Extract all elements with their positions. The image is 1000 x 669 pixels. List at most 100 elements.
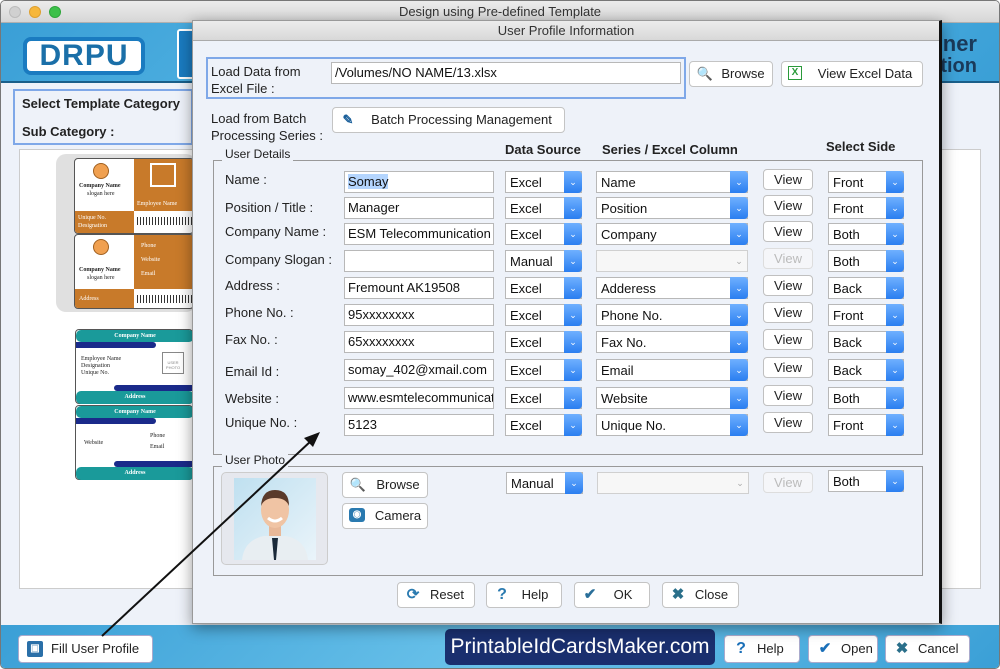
chevron-down-icon: ⌄: [886, 250, 904, 272]
photo-side-select[interactable]: Both ⌄: [828, 470, 904, 492]
field-label: Phone No. :: [225, 305, 294, 320]
series-column-header: Series / Excel Column: [602, 142, 738, 157]
field-value-input[interactable]: [344, 250, 494, 272]
field-value-input[interactable]: Manager: [344, 197, 494, 219]
help-button[interactable]: ? Help: [724, 635, 800, 663]
chevron-down-icon: ⌄: [886, 223, 904, 245]
select-side-select[interactable]: Back ⌄: [828, 277, 904, 299]
view-column-button[interactable]: View: [763, 275, 813, 296]
field-value-input[interactable]: www.esmtelecommunicat: [344, 387, 494, 409]
data-source-select[interactable]: Excel ⌄: [505, 223, 582, 245]
folder-search-icon: 🔍: [696, 66, 714, 81]
data-source-value: Excel: [510, 308, 542, 323]
field-value-input[interactable]: 5123: [344, 414, 494, 436]
select-side-select[interactable]: Back ⌄: [828, 331, 904, 353]
data-source-select[interactable]: Excel ⌄: [505, 414, 582, 436]
data-source-select[interactable]: Excel ⌄: [505, 387, 582, 409]
data-source-value: Excel: [510, 227, 542, 242]
select-side-select[interactable]: Back ⌄: [828, 359, 904, 381]
excel-column-select[interactable]: Phone No. ⌄: [596, 304, 748, 326]
template-1-front: Company Name slogan here Employee Name U…: [74, 158, 194, 234]
select-side-select[interactable]: Both ⌄: [828, 223, 904, 245]
edit-document-icon: ✎: [342, 112, 354, 127]
chevron-down-icon: ⌄: [886, 359, 904, 381]
view-column-button[interactable]: View: [763, 195, 813, 216]
chevron-down-icon: ⌄: [730, 277, 748, 299]
camera-button[interactable]: ◉ Camera: [342, 503, 428, 529]
field-value-input[interactable]: Fremount AK19508: [344, 277, 494, 299]
template-1-back: Company Name slogan here Phone Website E…: [74, 234, 194, 309]
fill-user-profile-button[interactable]: ▣ Fill User Profile: [18, 635, 153, 663]
excel-column-select[interactable]: Fax No. ⌄: [596, 331, 748, 353]
select-side-value: Front: [833, 175, 864, 190]
maximize-window-button[interactable]: [49, 6, 61, 18]
excel-column-value: Adderess: [601, 281, 656, 296]
data-source-select[interactable]: Excel ⌄: [505, 277, 582, 299]
close-window-button[interactable]: [9, 6, 21, 18]
cancel-button[interactable]: ✖ Cancel: [885, 635, 970, 663]
chevron-down-icon: ⌄: [886, 387, 904, 409]
select-side-select[interactable]: Front ⌄: [828, 304, 904, 326]
view-column-button[interactable]: View: [763, 412, 813, 433]
data-source-value: Excel: [510, 335, 542, 350]
excel-column-value: Email: [601, 363, 634, 378]
field-value-input[interactable]: ESM Telecommunication I: [344, 223, 494, 245]
excel-browse-button[interactable]: 🔍 Browse: [689, 61, 773, 87]
field-label: Company Slogan :: [225, 252, 332, 267]
card-unique: Unique No.: [78, 215, 106, 221]
excel-column-select[interactable]: Email ⌄: [596, 359, 748, 381]
card-address: Address: [79, 296, 99, 302]
data-source-select[interactable]: Excel ⌄: [505, 304, 582, 326]
select-side-select[interactable]: Front ⌄: [828, 171, 904, 193]
open-button[interactable]: ✔ Open: [808, 635, 878, 663]
template-thumbnail-1[interactable]: Company Name slogan here Employee Name U…: [56, 154, 196, 312]
field-value-input[interactable]: 65xxxxxxxx: [344, 331, 494, 353]
view-column-button[interactable]: View: [763, 169, 813, 190]
excel-column-value: Fax No.: [601, 335, 647, 350]
excel-column-select[interactable]: Position ⌄: [596, 197, 748, 219]
chevron-down-icon: ⌄: [564, 331, 582, 353]
field-value-input[interactable]: Somay: [344, 171, 494, 193]
data-source-select[interactable]: Excel ⌄: [505, 331, 582, 353]
excel-column-select[interactable]: Name ⌄: [596, 171, 748, 193]
photo-source-select[interactable]: Manual ⌄: [506, 472, 583, 494]
view-column-button[interactable]: View: [763, 329, 813, 350]
select-side-select[interactable]: Front ⌄: [828, 197, 904, 219]
check-icon: ✔: [818, 640, 832, 657]
data-source-select[interactable]: Excel ⌄: [505, 171, 582, 193]
template-thumbnail-2[interactable]: Company Name Employee Name Designation U…: [75, 329, 195, 481]
select-side-select[interactable]: Both ⌄: [828, 250, 904, 272]
close-button[interactable]: ✖ Close: [662, 582, 739, 608]
chevron-down-icon: ⌄: [564, 250, 582, 272]
minimize-window-button[interactable]: [29, 6, 41, 18]
reset-button[interactable]: ⟳ Reset: [397, 582, 475, 608]
photo-browse-button[interactable]: 🔍 Browse: [342, 472, 428, 498]
ok-button[interactable]: ✔ OK: [574, 582, 650, 608]
ok-label: OK: [613, 587, 633, 602]
view-column-button[interactable]: View: [763, 221, 813, 242]
view-excel-data-button[interactable]: X View Excel Data: [781, 61, 923, 87]
data-source-select[interactable]: Manual ⌄: [505, 250, 582, 272]
excel-column-select[interactable]: Website ⌄: [596, 387, 748, 409]
field-value-input[interactable]: somay_402@xmail.com: [344, 359, 494, 381]
excel-column-select[interactable]: Adderess ⌄: [596, 277, 748, 299]
data-source-select[interactable]: Excel ⌄: [505, 197, 582, 219]
chevron-down-icon: ⌄: [564, 359, 582, 381]
select-side-select[interactable]: Both ⌄: [828, 387, 904, 409]
data-source-select[interactable]: Excel ⌄: [505, 359, 582, 381]
excel-column-select[interactable]: Company ⌄: [596, 223, 748, 245]
open-label: Open: [841, 641, 873, 656]
view-column-button[interactable]: View: [763, 357, 813, 378]
view-column-button[interactable]: View: [763, 385, 813, 406]
view-column-button[interactable]: View: [763, 302, 813, 323]
banner-title-line1: ner: [942, 31, 977, 56]
excel-path-input[interactable]: /Volumes/NO NAME/13.xlsx: [331, 62, 681, 84]
chevron-down-icon: ⌄: [564, 387, 582, 409]
dialog-help-button[interactable]: ? Help: [486, 582, 562, 608]
field-label: Company Name :: [225, 224, 327, 239]
select-side-select[interactable]: Front ⌄: [828, 414, 904, 436]
batch-processing-button[interactable]: ✎ Batch Processing Management: [332, 107, 565, 133]
field-value-input[interactable]: 95xxxxxxxx: [344, 304, 494, 326]
bottom-toolbar: ▣ Fill User Profile PrintableIdCardsMake…: [1, 625, 999, 668]
excel-column-select[interactable]: Unique No. ⌄: [596, 414, 748, 436]
